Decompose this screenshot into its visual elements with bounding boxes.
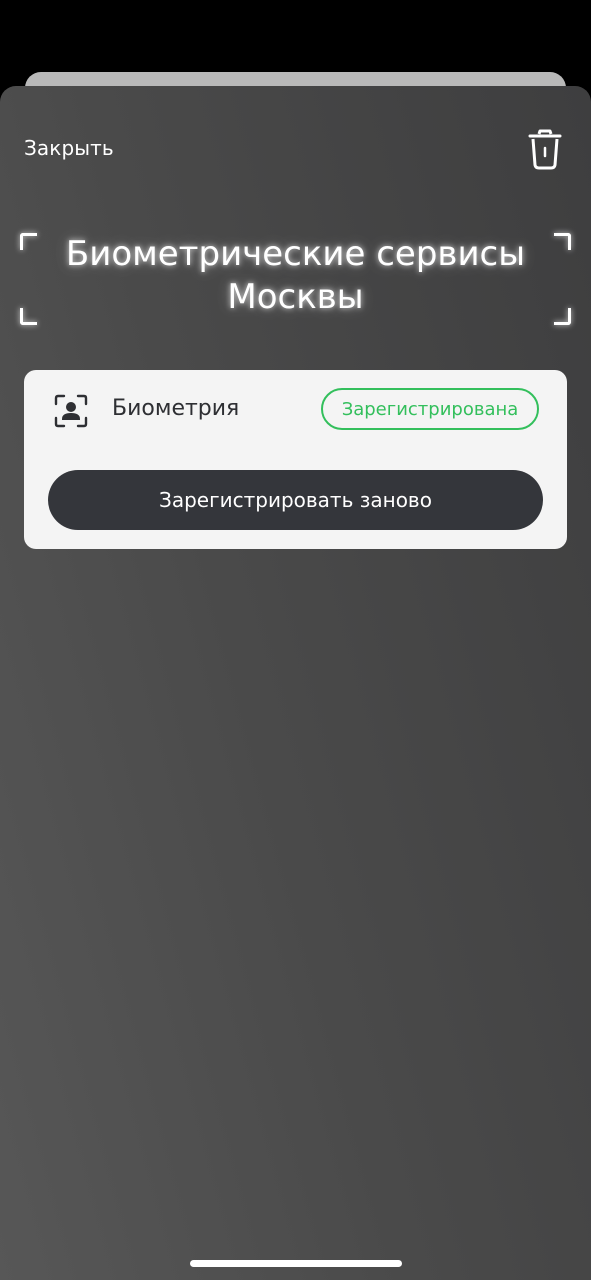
close-button[interactable]: Закрыть	[24, 136, 114, 160]
face-scan-icon	[54, 394, 88, 428]
home-indicator[interactable]	[190, 1260, 402, 1267]
title-frame: Биометрические сервисы Москвы	[20, 233, 571, 325]
biometry-card: Биометрия Зарегистрирована Зарегистриров…	[24, 370, 567, 549]
status-badge: Зарегистрирована	[321, 388, 539, 430]
screen: Закрыть Биометрические сервисы Москвы Би…	[0, 0, 591, 1280]
trash-icon	[528, 129, 562, 170]
reregister-button[interactable]: Зарегистрировать заново	[48, 470, 543, 530]
delete-button[interactable]	[526, 128, 564, 172]
page-title: Биометрические сервисы Москвы	[20, 233, 571, 319]
biometry-label: Биометрия	[112, 396, 240, 421]
page-title-line-2: Москвы	[227, 277, 364, 317]
page-title-line-1: Биометрические сервисы	[65, 234, 526, 274]
